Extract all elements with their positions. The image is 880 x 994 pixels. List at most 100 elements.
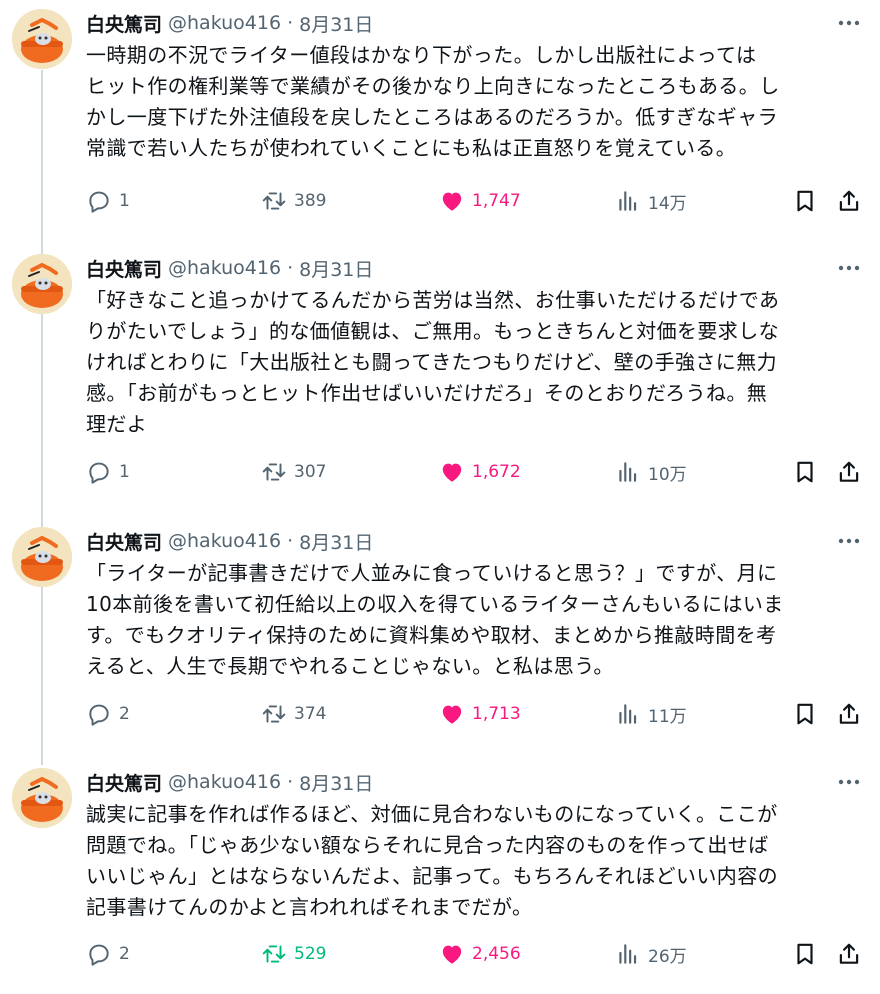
reply-count: 2: [119, 704, 130, 724]
heart-filled-icon: [439, 941, 465, 967]
retweet-count: 529: [294, 944, 327, 964]
tweet[interactable]: 白央篤司 @hakuo416 · 8月31日 一時期の不況でライター値段はかなり…: [0, 0, 880, 230]
views-bar-chart-icon: [615, 701, 641, 727]
header-separator: ·: [287, 530, 294, 552]
share-button[interactable]: [836, 457, 862, 487]
tweet-text: 「好きなこと追っかけてるんだから苦労は当然、お仕事いただけるだけであ りがたいで…: [86, 288, 780, 436]
retweet-icon: [261, 941, 287, 967]
author-name[interactable]: 白央篤司: [86, 528, 162, 555]
reply-bubble-icon: [86, 701, 112, 727]
reply-count: 2: [119, 944, 130, 964]
reply-bubble-icon: [86, 188, 112, 214]
retweet-button[interactable]: 389: [261, 186, 326, 216]
action-bar: 2 374 1,713 11万: [86, 699, 866, 729]
avatar[interactable]: [12, 768, 72, 828]
bookmark-button[interactable]: [792, 699, 818, 729]
like-count: 1,713: [472, 704, 521, 724]
tweet-text: 誠実に記事を作れば作るほど、対価に見合わないものになっていく。ここが 問題でね。…: [86, 802, 778, 919]
retweet-button[interactable]: 529: [261, 939, 326, 969]
like-count: 2,456: [472, 944, 521, 964]
tweet[interactable]: 白央篤司 @hakuo416 · 8月31日 「ライターが記事書きだけで人並みに…: [0, 518, 880, 748]
retweet-icon: [261, 188, 287, 214]
like-count: 1,747: [472, 191, 521, 211]
tweet-header: 白央篤司 @hakuo416 · 8月31日: [86, 9, 373, 37]
action-bar: 1 307 1,672 10万: [86, 457, 866, 487]
author-handle[interactable]: @hakuo416: [168, 530, 281, 552]
more-options-button[interactable]: [834, 257, 864, 279]
tweet-header: 白央篤司 @hakuo416 · 8月31日: [86, 254, 373, 282]
view-count: 26万: [648, 946, 687, 967]
share-upload-icon: [836, 941, 862, 967]
reply-button[interactable]: 1: [86, 186, 130, 216]
view-count: 11万: [648, 706, 687, 727]
tweet-text: 一時期の不況でライター値段はかなり下がった。しかし出版社によっては ヒット作の権…: [86, 43, 780, 160]
view-count: 14万: [648, 193, 687, 214]
views-bar-chart-icon: [615, 941, 641, 967]
like-button[interactable]: 2,456: [439, 939, 521, 969]
reply-button[interactable]: 2: [86, 939, 130, 969]
views-button[interactable]: 10万: [615, 457, 687, 487]
header-separator: ·: [287, 12, 294, 34]
like-count: 1,672: [472, 462, 521, 482]
retweet-button[interactable]: 374: [261, 699, 326, 729]
retweet-button[interactable]: 307: [261, 457, 326, 487]
author-handle[interactable]: @hakuo416: [168, 12, 281, 34]
reply-button[interactable]: 2: [86, 699, 130, 729]
avatar[interactable]: [12, 254, 72, 314]
reply-bubble-icon: [86, 941, 112, 967]
retweet-count: 374: [294, 704, 327, 724]
heart-filled-icon: [439, 188, 465, 214]
bookmark-button[interactable]: [792, 457, 818, 487]
share-button[interactable]: [836, 186, 862, 216]
retweet-count: 389: [294, 191, 327, 211]
action-bar: 2 529 2,456 26万: [86, 939, 866, 969]
views-bar-chart-icon: [615, 188, 641, 214]
reply-count: 1: [119, 191, 130, 211]
bookmark-icon: [792, 701, 818, 727]
share-button[interactable]: [836, 699, 862, 729]
heart-filled-icon: [439, 701, 465, 727]
more-options-button[interactable]: [834, 12, 864, 34]
tweet-date[interactable]: 8月31日: [299, 255, 373, 282]
tweet-date[interactable]: 8月31日: [299, 769, 373, 796]
like-button[interactable]: 1,747: [439, 186, 521, 216]
author-handle[interactable]: @hakuo416: [168, 771, 281, 793]
header-separator: ·: [287, 257, 294, 279]
author-name[interactable]: 白央篤司: [86, 769, 162, 796]
author-name[interactable]: 白央篤司: [86, 10, 162, 37]
views-button[interactable]: 14万: [615, 186, 687, 216]
author-name[interactable]: 白央篤司: [86, 255, 162, 282]
tweet-header: 白央篤司 @hakuo416 · 8月31日: [86, 527, 373, 555]
avatar[interactable]: [12, 527, 72, 587]
tweet[interactable]: 白央篤司 @hakuo416 · 8月31日 「好きなこと追っかけてるんだから苦…: [0, 245, 880, 510]
views-button[interactable]: 11万: [615, 699, 687, 729]
tweet-date[interactable]: 8月31日: [299, 10, 373, 37]
view-count: 10万: [648, 464, 687, 485]
bookmark-icon: [792, 941, 818, 967]
tweet-text: 「ライターが記事書きだけで人並みに食っていけると思う？」ですが、月に 10本前後…: [86, 561, 784, 678]
author-handle[interactable]: @hakuo416: [168, 257, 281, 279]
bookmark-icon: [792, 459, 818, 485]
retweet-icon: [261, 459, 287, 485]
share-upload-icon: [836, 188, 862, 214]
tweet[interactable]: 白央篤司 @hakuo416 · 8月31日 誠実に記事を作れば作るほど、対価に…: [0, 759, 880, 989]
reply-button[interactable]: 1: [86, 457, 130, 487]
views-button[interactable]: 26万: [615, 939, 687, 969]
like-button[interactable]: 1,672: [439, 457, 521, 487]
retweet-count: 307: [294, 462, 327, 482]
header-separator: ·: [287, 771, 294, 793]
retweet-icon: [261, 701, 287, 727]
more-options-button[interactable]: [834, 530, 864, 552]
share-upload-icon: [836, 701, 862, 727]
tweet-date[interactable]: 8月31日: [299, 528, 373, 555]
bookmark-button[interactable]: [792, 186, 818, 216]
avatar[interactable]: [12, 9, 72, 69]
bookmark-button[interactable]: [792, 939, 818, 969]
share-button[interactable]: [836, 939, 862, 969]
reply-count: 1: [119, 462, 130, 482]
heart-filled-icon: [439, 459, 465, 485]
like-button[interactable]: 1,713: [439, 699, 521, 729]
views-bar-chart-icon: [615, 459, 641, 485]
bookmark-icon: [792, 188, 818, 214]
more-options-button[interactable]: [834, 771, 864, 793]
